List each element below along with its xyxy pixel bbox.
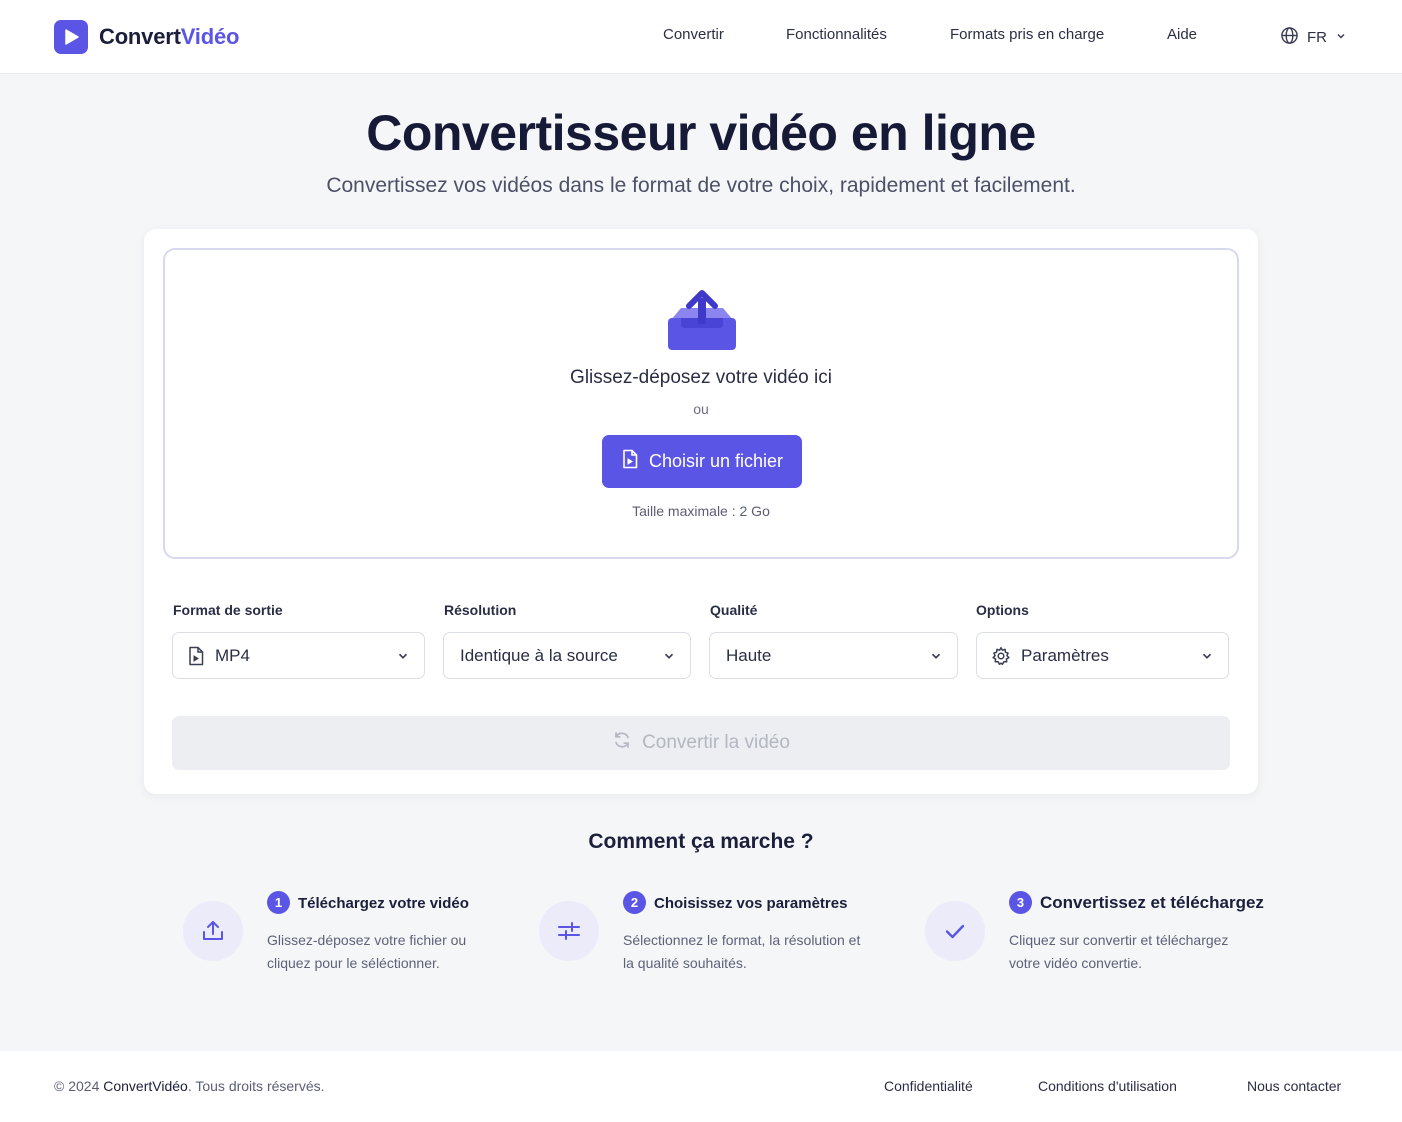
logo-text-part1: Convert	[99, 24, 181, 49]
refresh-icon	[612, 730, 632, 756]
footer-link-privacy[interactable]: Confidentialité	[884, 1078, 973, 1094]
globe-icon	[1280, 26, 1299, 49]
choose-file-label: Choisir un fichier	[648, 451, 784, 471]
file-icon	[621, 449, 639, 474]
step-number-2: 2	[623, 891, 646, 914]
step-title-1: Téléchargez votre vidéo	[298, 895, 469, 912]
dropzone-title: Glissez-déposez votre vidéo ici	[570, 367, 832, 388]
file-icon	[187, 646, 205, 666]
options-value: Paramètres	[1021, 645, 1109, 665]
nav-item-aide[interactable]: Aide	[1167, 26, 1197, 43]
check-icon	[925, 901, 985, 961]
step-desc-1: Glissez-déposez votre fichier ou cliquez…	[267, 932, 467, 971]
page-footer: © 2024 ConvertVidéo. Tous droits réservé…	[0, 1051, 1402, 1122]
choose-file-button[interactable]: Choisir un fichier	[602, 435, 802, 488]
converter-card: Glissez-déposez votre vidéo ici ou Chois…	[144, 229, 1258, 794]
max-size-note: Taille maximale : 2 Go	[632, 503, 770, 519]
footer-link-terms[interactable]: Conditions d'utilisation	[1038, 1078, 1177, 1094]
chevron-down-icon	[396, 649, 410, 663]
chevron-down-icon	[662, 649, 676, 663]
upload-dropzone[interactable]: Glissez-déposez votre vidéo ici ou Chois…	[163, 248, 1239, 559]
page-title: Convertisseur vidéo en ligne	[366, 105, 1036, 161]
format-select[interactable]: MP4	[172, 632, 425, 679]
quality-value: Haute	[726, 645, 772, 665]
play-icon	[54, 20, 88, 54]
footer-link-contact[interactable]: Nous contacter	[1247, 1078, 1341, 1094]
upload-box-icon	[667, 290, 737, 357]
quality-select[interactable]: Haute	[709, 632, 958, 679]
language-label: FR	[1307, 29, 1327, 46]
step-number-3: 3	[1009, 891, 1032, 914]
nav-item-formats[interactable]: Formats pris en charge	[950, 26, 1104, 43]
convert-button[interactable]: Convertir la vidéo	[172, 716, 1230, 770]
copyright-brand: ConvertVidéo	[103, 1078, 188, 1094]
step-desc-2: Sélectionnez le format, la résolution et…	[623, 932, 861, 971]
chevron-down-icon	[1335, 29, 1347, 46]
resolution-value: Identique à la source	[460, 645, 618, 665]
options-select[interactable]: Paramètres	[976, 632, 1229, 679]
nav-item-convertir[interactable]: Convertir	[663, 26, 724, 43]
step-desc-3: Cliquez sur convertir et téléchargez vot…	[1009, 932, 1229, 971]
quality-label: Qualité	[710, 602, 758, 618]
how-it-works-title: Comment ça marche ?	[588, 830, 814, 853]
nav-item-fonctionnalites[interactable]: Fonctionnalités	[786, 26, 887, 43]
step-title-2: Choisissez vos paramètres	[654, 895, 848, 912]
upload-icon	[183, 901, 243, 961]
copyright: © 2024 ConvertVidéo. Tous droits réservé…	[54, 1078, 325, 1094]
page-subtitle: Convertissez vos vidéos dans le format d…	[326, 174, 1076, 197]
step-number-1: 1	[267, 891, 290, 914]
language-selector[interactable]: FR	[1280, 26, 1347, 49]
logo-text-part2: Vidéo	[180, 24, 240, 49]
step-title-3: Convertissez et téléchargez	[1040, 893, 1264, 912]
copyright-prefix: © 2024	[54, 1078, 100, 1094]
resolution-select[interactable]: Identique à la source	[443, 632, 691, 679]
dropzone-or: ou	[693, 401, 709, 417]
logo-text: ConvertVidéo	[99, 24, 239, 50]
top-header: ConvertVidéo Convertir Fonctionnalités F…	[0, 0, 1402, 74]
convert-label: Convertir la vidéo	[642, 732, 790, 753]
logo[interactable]: ConvertVidéo	[54, 20, 239, 54]
gear-icon	[991, 646, 1011, 666]
sliders-icon	[539, 901, 599, 961]
copyright-suffix: . Tous droits réservés.	[187, 1078, 325, 1094]
format-label: Format de sortie	[173, 602, 283, 618]
format-value: MP4	[215, 645, 250, 665]
chevron-down-icon	[1200, 649, 1214, 663]
options-label: Options	[976, 602, 1029, 618]
chevron-down-icon	[929, 649, 943, 663]
resolution-label: Résolution	[444, 602, 517, 618]
